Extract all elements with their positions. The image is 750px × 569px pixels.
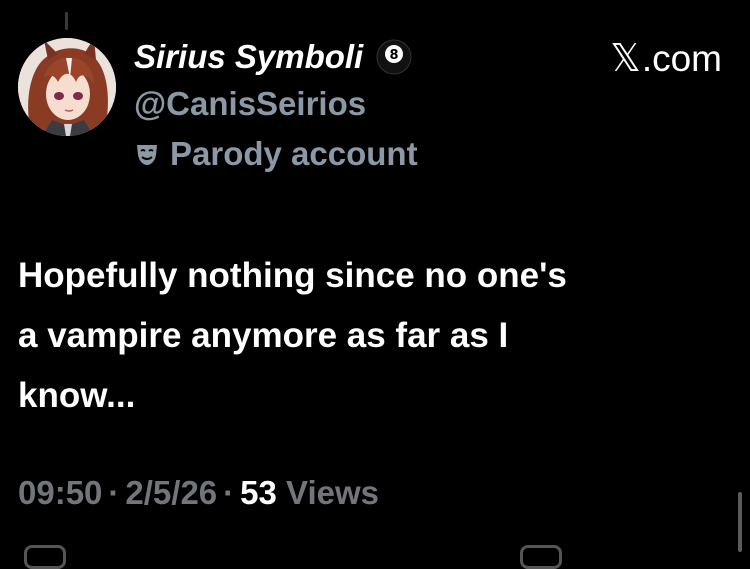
action-bar-partial [0, 545, 750, 569]
views-label[interactable]: Views [286, 474, 379, 511]
author-handle[interactable]: @CanisSeirios [134, 82, 722, 126]
avatar-image [18, 38, 116, 136]
bookmark-icon[interactable] [520, 545, 562, 569]
avatar[interactable] [18, 38, 116, 136]
reply-icon[interactable] [24, 545, 66, 569]
author-display-name[interactable]: Sirius Symboli [134, 38, 363, 76]
meta-separator: · [108, 474, 120, 511]
site-watermark: 𝕏 .com [610, 36, 722, 80]
parody-account-label: Parody account [170, 135, 418, 172]
x-logo-icon: 𝕏 [610, 36, 641, 80]
thread-connector-line [65, 12, 68, 30]
theater-mask-icon [134, 141, 160, 167]
scrollbar[interactable] [738, 492, 742, 552]
tweet-meta: 09:50 · 2/5/26 · 53 Views [18, 474, 379, 512]
tweet-date[interactable]: 2/5/26 [125, 474, 217, 511]
views-count[interactable]: 53 [240, 474, 277, 511]
eight-ball-icon: 8 [375, 38, 413, 76]
site-domain-suffix: .com [641, 38, 722, 79]
parody-account-label-row: Parody account [134, 132, 722, 176]
meta-separator: · [223, 474, 235, 511]
tweet-time[interactable]: 09:50 [18, 474, 102, 511]
tweet-text: Hopefully nothing since no one's a vampi… [18, 256, 567, 415]
svg-text:8: 8 [390, 48, 399, 63]
tweet-header: Sirius Symboli 8 𝕏 .com @CanisSeirios Pa… [134, 34, 722, 176]
